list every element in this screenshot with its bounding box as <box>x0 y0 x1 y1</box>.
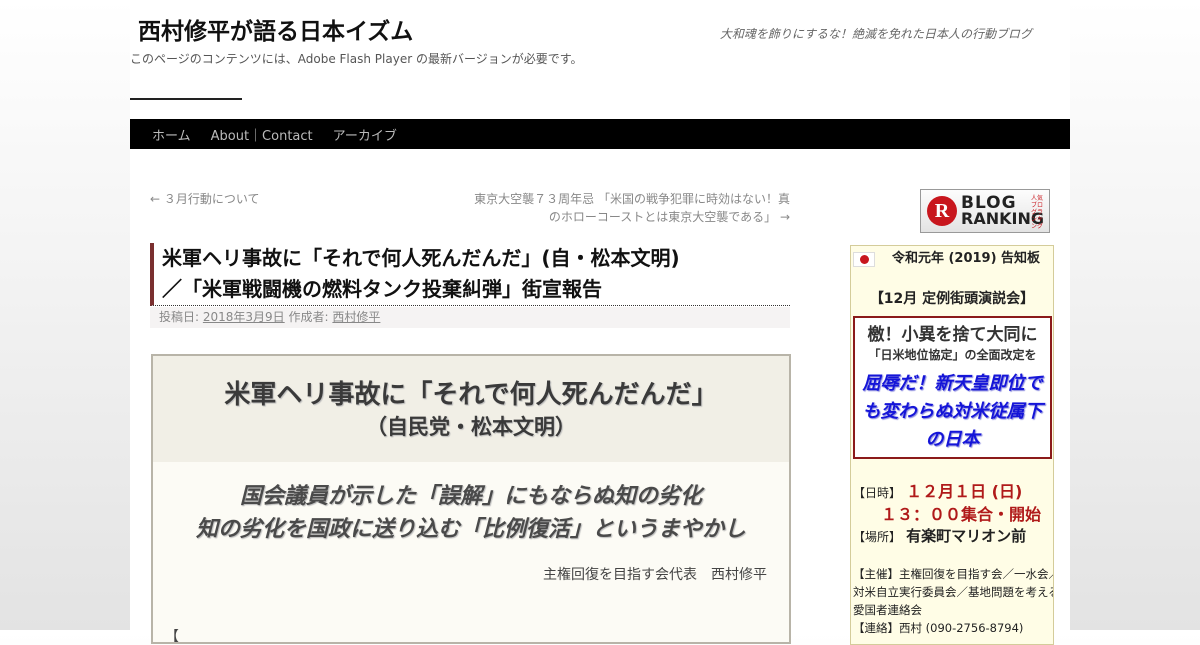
header-divider <box>130 98 242 100</box>
site-description: 大和魂を飾りにするな！絶滅を免れた日本人の行動ブログ <box>719 27 1032 41</box>
post-title-line-2: ／「米軍戦闘機の燃料タンク投棄糾弾」街宣報告 <box>162 277 602 301</box>
post-title-line-1: 米軍ヘリ事故に「それで何人死んだんだ」(自・松本文明) <box>162 246 680 270</box>
organizer-line-3: 愛国者連絡会 <box>853 603 922 617</box>
slogan-box: 檄！小異を捨て大同に 「日米地位協定」の全面改定を 屈辱だ！新天皇即位でも変わら… <box>853 316 1052 459</box>
post-box-header: 米軍ヘリ事故に「それで何人死んだんだ」 （自民党・松本文明） <box>153 356 789 462</box>
post-title: 米軍ヘリ事故に「それで何人死んだんだ」(自・松本文明) ／「米軍戦闘機の燃料タン… <box>150 243 790 306</box>
box-line-1: 国会議員が示した「誤解」にもならぬ知の劣化 <box>239 484 702 509</box>
post-meta: 投稿日: 2018年3月9日 作成者: 西村修平 <box>150 307 790 328</box>
slogan-highlight: 屈辱だ！新天皇即位でも変わらぬ対米従属下の日本 <box>862 373 1043 450</box>
next-post-line-2: のホローコーストとは東京大空襲である」 → <box>548 210 790 224</box>
post-date-link[interactable]: 2018年3月9日 <box>203 310 285 324</box>
contact-line: 【連絡】西村 (090-2756-8794) <box>853 621 1024 635</box>
previous-post-link[interactable]: ← ３月行動について <box>150 190 260 207</box>
nav-archive[interactable]: アーカイブ <box>323 125 407 144</box>
post-author-link[interactable]: 西村修平 <box>332 310 380 324</box>
date-value: １２月１日 (日) <box>906 482 1023 501</box>
notice-board: 令和元年 (2019) 告知板 【12月 定例街頭演説会】 檄！小異を捨て大同に… <box>850 245 1054 645</box>
japan-flag-icon <box>853 252 875 267</box>
organizer-line-1: 【主催】主権回復を目指す会／一水会／ <box>853 567 1054 581</box>
event-time-row: １３：００集合・開始 <box>881 501 1041 525</box>
flash-player-notice: このページのコンテンツには、Adobe Flash Player の最新バージョ… <box>130 52 583 66</box>
posted-on-label: 投稿日: <box>159 310 200 324</box>
nav-about-contact[interactable]: About｜Contact <box>201 125 323 144</box>
box-headline: 米軍ヘリ事故に「それで何人死んだんだ」 <box>224 380 718 410</box>
date-label: 【日時】 <box>853 486 902 500</box>
box-cutoff-text: 【 <box>165 629 179 644</box>
nav-home[interactable]: ホーム <box>142 125 201 144</box>
event-place-row: 【場所】 有楽町マリオン前 <box>853 525 1026 546</box>
time-value: １３：００集合・開始 <box>881 505 1042 524</box>
box-line-2: 知の劣化を国政に送り込む「比例復活」というまやかし <box>195 517 746 542</box>
box-signature: 主権回復を目指す会代表 西村修平 <box>543 567 767 583</box>
slogan-sub: 「日米地位協定」の全面改定を <box>868 348 1037 362</box>
event-date-row: 【日時】 １２月１日 (日) <box>853 478 1022 502</box>
main-nav: ホーム About｜Contact アーカイブ <box>130 119 1070 149</box>
ranking-logo-icon: R <box>927 196 957 226</box>
blog-ranking-banner[interactable]: R BLOG RANKING 人気ブログランキング <box>920 189 1050 233</box>
slogan-main: 檄！小異を捨て大同に <box>867 325 1038 345</box>
notice-event-title: 【12月 定例街頭演説会】 <box>869 291 1035 307</box>
ranking-small-text: 人気ブログランキング <box>1031 195 1044 230</box>
next-post-line-1: 東京大空襲７３周年忌 「米国の戦争犯罪に時効はない！真 <box>474 192 790 206</box>
author-label: 作成者: <box>288 310 329 324</box>
next-post-link[interactable]: 東京大空襲７３周年忌 「米国の戦争犯罪に時効はない！真 のホローコーストとは東京… <box>470 190 790 226</box>
page-wrapper: 西村修平が語る日本イズム 大和魂を飾りにするな！絶滅を免れた日本人の行動ブログ … <box>130 0 1070 645</box>
site-title[interactable]: 西村修平が語る日本イズム <box>138 12 413 46</box>
place-value: 有楽町マリオン前 <box>906 527 1027 545</box>
notice-title: 令和元年 (2019) 告知板 <box>891 251 1041 266</box>
post-content-box: 米軍ヘリ事故に「それで何人死んだんだ」 （自民党・松本文明） 国会議員が示した「… <box>151 354 791 644</box>
box-subheadline: （自民党・松本文明） <box>366 415 576 439</box>
place-label: 【場所】 <box>853 530 902 544</box>
organizer-line-2: 対米自立実行委員会／基地問題を考える <box>853 585 1054 599</box>
